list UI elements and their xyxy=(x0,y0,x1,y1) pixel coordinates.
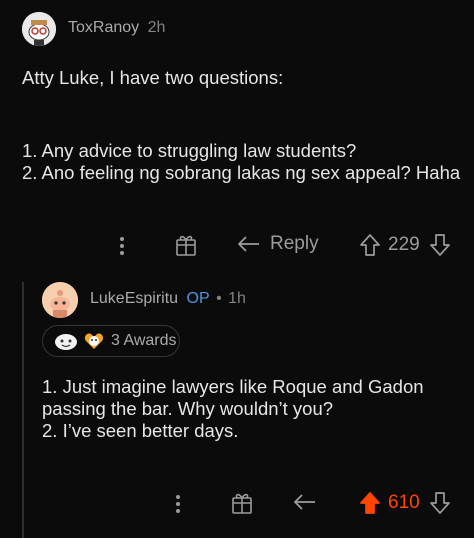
reply-more-options-button[interactable] xyxy=(168,492,188,516)
award-icon xyxy=(232,493,252,514)
reply-vote-controls: 610 xyxy=(358,490,452,516)
separator-dot: • xyxy=(216,290,222,307)
award-icon xyxy=(176,235,196,256)
heart-award-icon xyxy=(84,333,104,349)
reply-author-name[interactable]: LukeEspiritu xyxy=(90,290,178,307)
reply-arrow-icon xyxy=(238,236,259,252)
author-name[interactable]: ToxRanoy xyxy=(68,19,139,36)
reply-line-3: 2. I’ve seen better days. xyxy=(42,420,239,441)
more-icon xyxy=(176,495,180,513)
reply-reply-button[interactable] xyxy=(292,491,318,513)
reply-line-1: 1. Just imagine lawyers like Roque and G… xyxy=(42,376,424,397)
downvote-icon[interactable] xyxy=(428,490,452,516)
snoo-avatar-icon xyxy=(42,282,78,318)
reply-header: LukeEspiritu OP • 1h xyxy=(90,290,246,308)
reply-line-2: passing the bar. Why wouldn’t you? xyxy=(42,398,334,419)
upvote-icon[interactable] xyxy=(358,232,382,258)
user-avatar[interactable] xyxy=(22,12,56,46)
awards-count: 3 Awards xyxy=(111,332,177,349)
more-icon xyxy=(120,237,124,255)
reply-vote-score: 610 xyxy=(388,492,420,513)
reply-button[interactable]: Reply xyxy=(236,233,319,255)
reply-give-award-button[interactable] xyxy=(230,490,254,516)
downvote-icon[interactable] xyxy=(428,232,452,258)
comment-line-2: 1. Any advice to struggling law students… xyxy=(22,140,357,161)
vote-score: 229 xyxy=(388,234,420,255)
comment-line-3: 2. Ano feeling ng sobrang lakas ng sex a… xyxy=(22,162,461,183)
reply-time: 1h xyxy=(228,290,246,307)
reply-label: Reply xyxy=(270,233,319,254)
comment-line-1: Atty Luke, I have two questions: xyxy=(22,67,284,88)
give-award-button[interactable] xyxy=(174,232,198,258)
reply-avatar[interactable] xyxy=(42,282,78,318)
awards-pill[interactable]: 3 Awards xyxy=(42,325,180,357)
upvote-icon[interactable] xyxy=(358,490,382,516)
wholesome-award-icon xyxy=(55,334,77,350)
comment-header: ToxRanoy 2h xyxy=(68,19,165,37)
more-options-button[interactable] xyxy=(112,234,132,258)
reply-arrow-icon xyxy=(294,494,315,510)
vote-controls: 229 xyxy=(358,232,452,258)
op-badge: OP xyxy=(186,290,210,307)
snoo-avatar-icon xyxy=(22,12,56,46)
comment-time: 2h xyxy=(147,19,166,36)
thread-line[interactable] xyxy=(22,282,24,538)
